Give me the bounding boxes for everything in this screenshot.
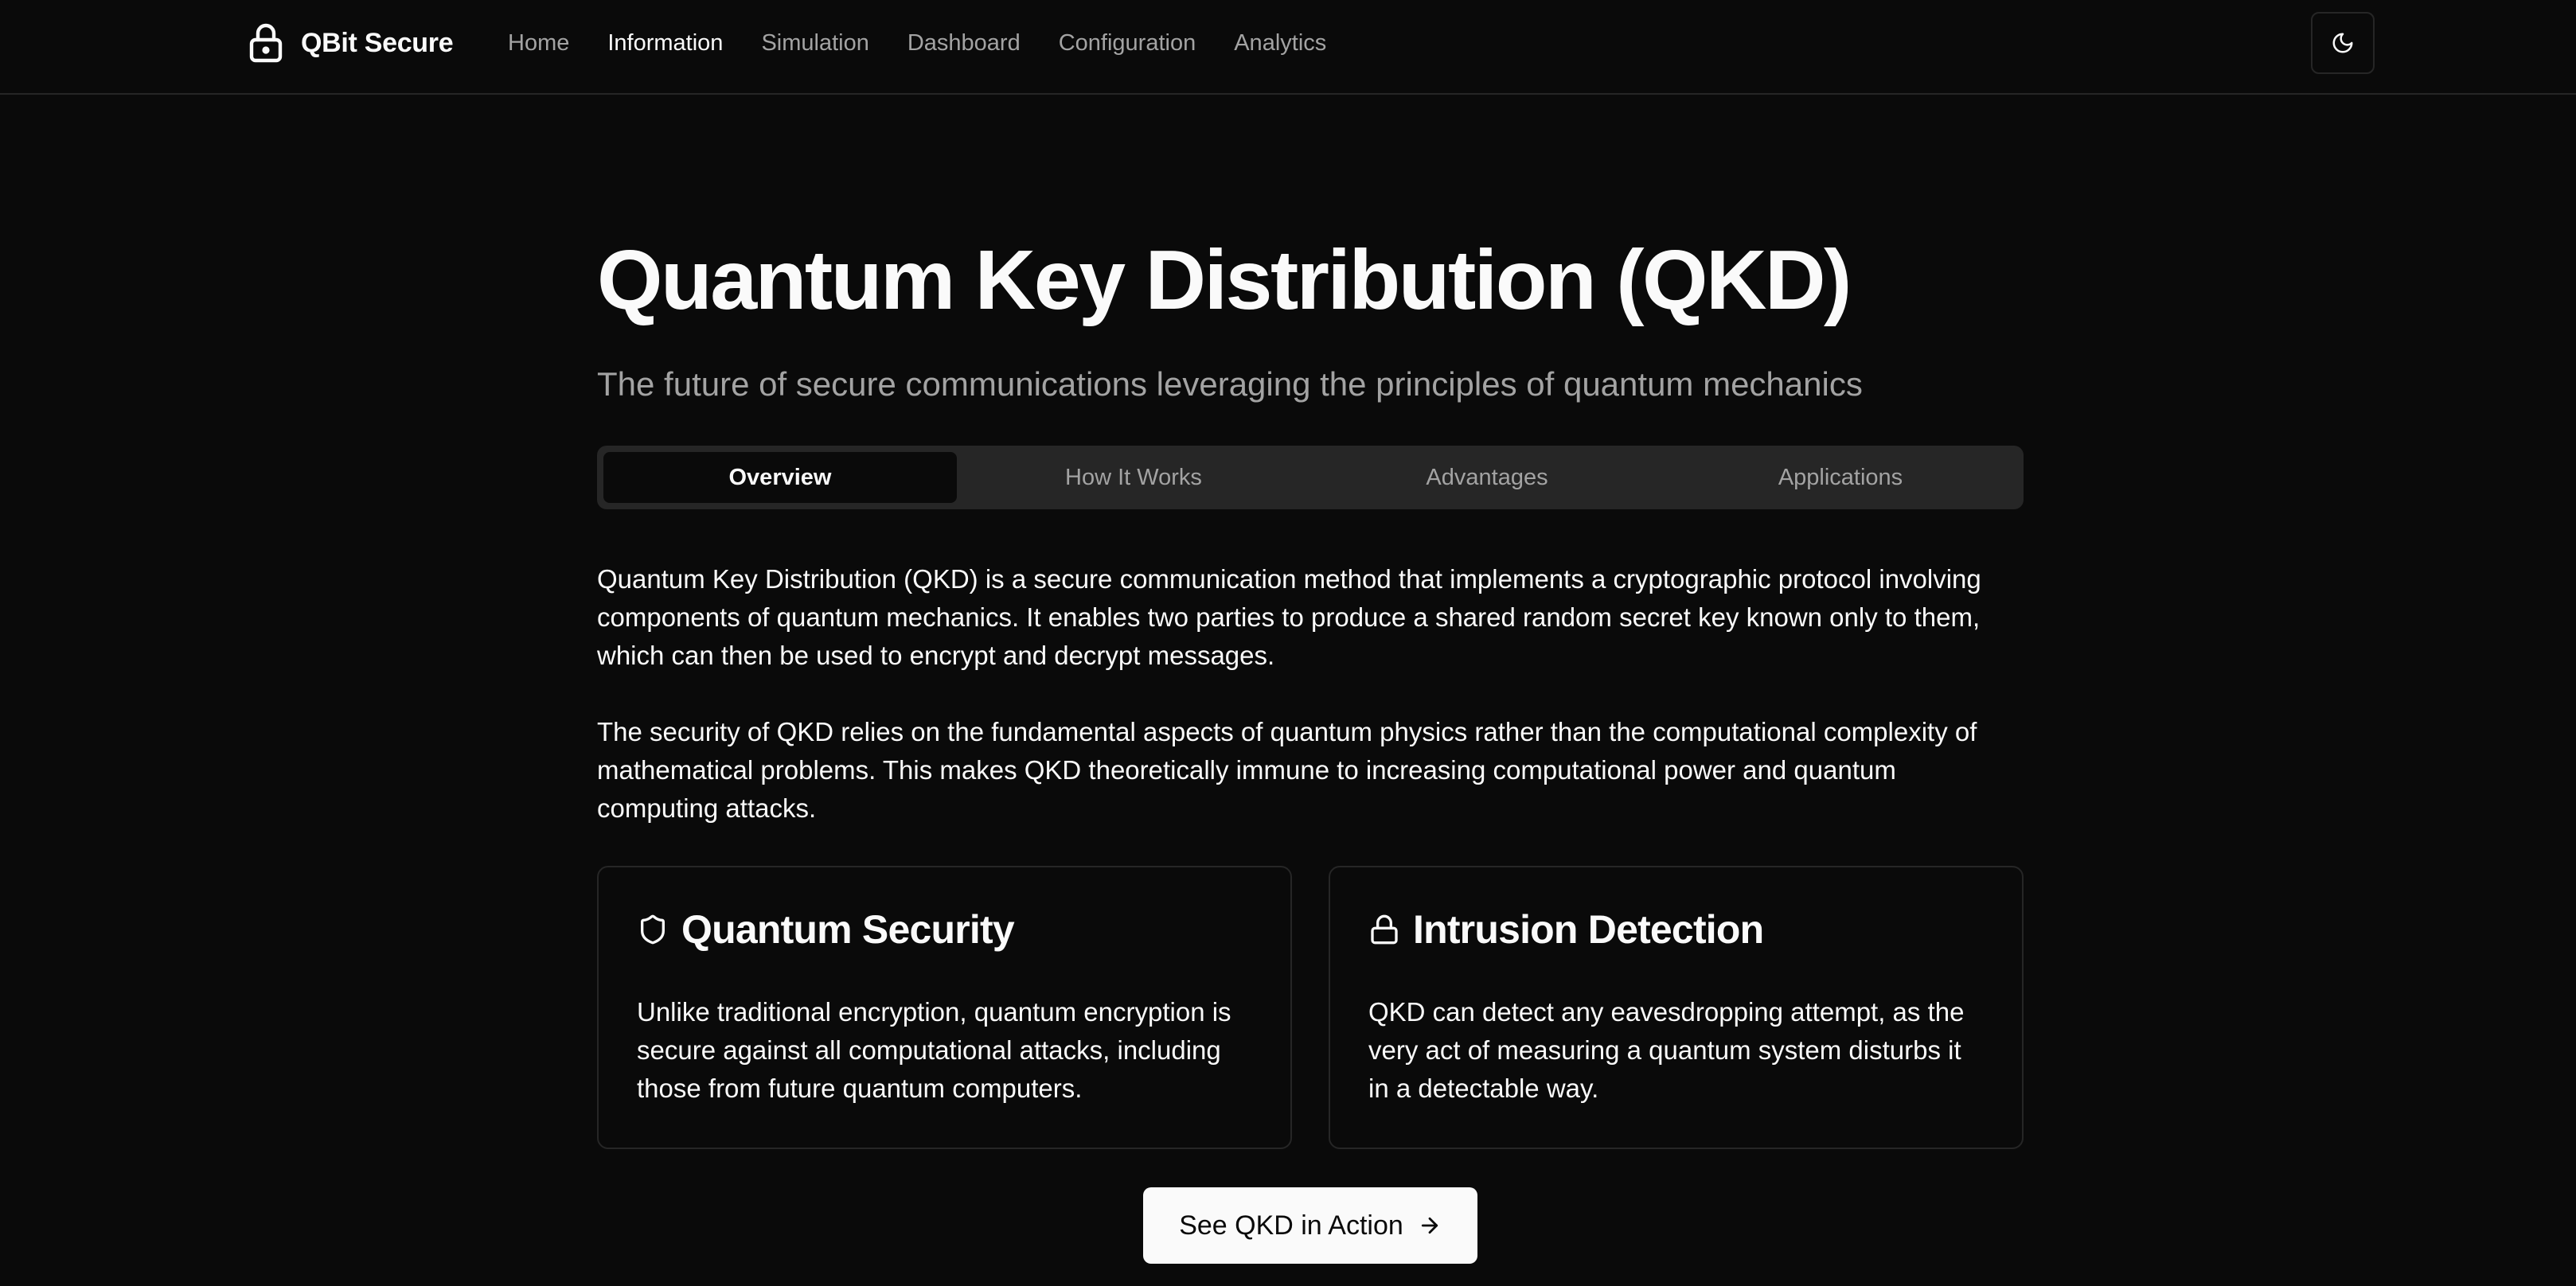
nav-link-simulation[interactable]: Simulation [761,30,868,57]
brand-name: QBit Secure [301,27,454,58]
tab-how-it-works[interactable]: How It Works [957,452,1310,503]
page-title: Quantum Key Distribution (QKD) [597,233,1852,327]
card-header: Intrusion Detection [1368,906,1984,953]
cta-label: See QKD in Action [1179,1210,1403,1241]
nav-link-information[interactable]: Information [607,30,723,57]
moon-icon [2332,33,2353,53]
card-title: Quantum Security [681,907,1015,952]
see-qkd-in-action-button[interactable]: See QKD in Action [1143,1187,1477,1264]
brand-logo-link[interactable]: QBit Secure [247,22,454,64]
nav-link-dashboard[interactable]: Dashboard [907,30,1021,57]
overview-paragraph-2: The security of QKD relies on the fundam… [597,717,1977,823]
theme-toggle-button[interactable] [2311,12,2375,74]
card-title: Intrusion Detection [1413,907,1764,952]
shield-icon [641,914,665,945]
tab-overview[interactable]: Overview [603,452,957,503]
card-body: Unlike traditional encryption, quantum e… [637,997,1231,1103]
top-navbar: QBit Secure Home Information Simulation … [0,0,2576,95]
lock-icon [249,23,283,63]
nav-link-configuration[interactable]: Configuration [1059,30,1196,57]
card-quantum-security: Quantum Security Unlike traditional encr… [597,866,1292,1149]
main-nav: Home Information Simulation Dashboard Co… [508,22,1326,64]
card-intrusion-detection: Intrusion Detection QKD can detect any e… [1329,866,2024,1149]
overview-paragraph-1: Quantum Key Distribution (QKD) is a secu… [597,564,1981,670]
tab-applications[interactable]: Applications [1664,452,2017,503]
lock-icon [1371,914,1398,945]
card-header: Quantum Security [637,906,1252,953]
page-subtitle: The future of secure communications leve… [597,365,1863,403]
card-body: QKD can detect any eavesdropping attempt… [1368,997,1965,1103]
tab-advantages[interactable]: Advantages [1310,452,1664,503]
nav-link-analytics[interactable]: Analytics [1234,30,1326,57]
arrow-right-icon [1421,1217,1438,1234]
nav-link-home[interactable]: Home [508,30,569,57]
info-tabs: Overview How It Works Advantages Applica… [597,446,2024,509]
